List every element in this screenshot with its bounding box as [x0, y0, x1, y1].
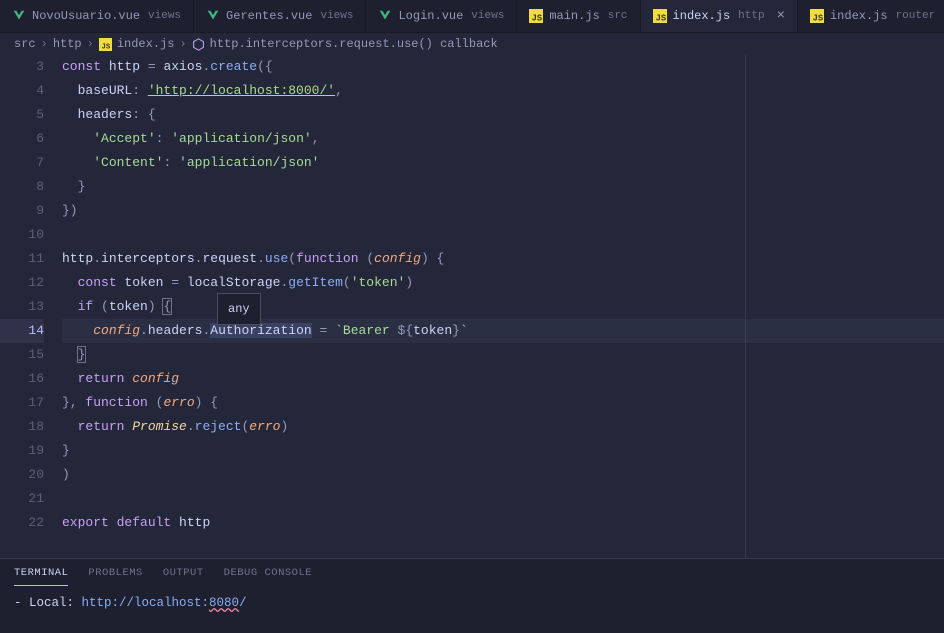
vue-icon	[378, 9, 392, 23]
terminal-tab-problems[interactable]: PROBLEMS	[88, 567, 142, 586]
js-icon: JS	[653, 9, 667, 23]
js-icon: JS	[529, 9, 543, 23]
terminal-output[interactable]: - Local: http://localhost:8080/	[14, 596, 930, 610]
terminal-tab-output[interactable]: OUTPUT	[163, 567, 204, 586]
close-icon[interactable]: ×	[777, 8, 785, 24]
tab-subtype: views	[320, 10, 353, 22]
tab-gerentes[interactable]: Gerentes.vue views	[194, 0, 366, 32]
breadcrumb-part[interactable]: http	[53, 37, 82, 51]
tab-label: main.js	[549, 9, 599, 23]
terminal-tabs: TERMINAL PROBLEMS OUTPUT DEBUG CONSOLE	[14, 567, 930, 586]
chevron-right-icon: ›	[179, 37, 186, 51]
tab-login[interactable]: Login.vue views	[366, 0, 517, 32]
svg-text:JS: JS	[813, 13, 824, 23]
terminal-panel: TERMINAL PROBLEMS OUTPUT DEBUG CONSOLE -…	[0, 558, 944, 633]
vue-icon	[206, 9, 220, 23]
svg-text:JS: JS	[655, 13, 666, 23]
tab-subtype: router	[896, 10, 936, 22]
terminal-tab-debug[interactable]: DEBUG CONSOLE	[224, 567, 312, 586]
tab-subtype: http	[738, 10, 764, 22]
terminal-tab-terminal[interactable]: TERMINAL	[14, 567, 68, 586]
editor-tabs: NovoUsuario.vue views Gerentes.vue views…	[0, 0, 944, 33]
tab-novousuario[interactable]: NovoUsuario.vue views	[0, 0, 194, 32]
tab-index-js-http[interactable]: JS index.js http ×	[641, 0, 798, 32]
tab-subtype: src	[608, 10, 628, 22]
tab-label: Gerentes.vue	[226, 9, 312, 23]
tab-label: index.js	[830, 9, 888, 23]
breadcrumb-part[interactable]: http.interceptors.request.use() callback	[210, 37, 498, 51]
method-icon	[192, 38, 205, 51]
tab-label: index.js	[673, 9, 731, 23]
tab-subtype: views	[471, 10, 504, 22]
tab-label: Login.vue	[398, 9, 463, 23]
svg-text:JS: JS	[101, 43, 110, 50]
js-icon: JS	[810, 9, 824, 23]
type-hint-tooltip: any	[217, 293, 261, 325]
breadcrumb[interactable]: src › http › JS index.js › http.intercep…	[0, 33, 944, 55]
svg-text:JS: JS	[532, 13, 543, 23]
breadcrumb-part[interactable]: index.js	[117, 37, 175, 51]
tab-subtype: views	[148, 10, 181, 22]
chevron-right-icon: ›	[41, 37, 48, 51]
breadcrumb-part[interactable]: src	[14, 37, 36, 51]
code-editor[interactable]: 345678910111213141516171819202122 const …	[0, 55, 944, 558]
tab-main-js[interactable]: JS main.js src	[517, 0, 640, 32]
chevron-right-icon: ›	[87, 37, 94, 51]
tab-index-js-router[interactable]: JS index.js router	[798, 0, 944, 32]
line-gutter: 345678910111213141516171819202122	[0, 55, 62, 558]
code-content[interactable]: const http = axios.create({ baseURL: 'ht…	[62, 55, 944, 558]
vue-icon	[12, 9, 26, 23]
js-icon: JS	[99, 38, 112, 51]
tab-label: NovoUsuario.vue	[32, 9, 140, 23]
